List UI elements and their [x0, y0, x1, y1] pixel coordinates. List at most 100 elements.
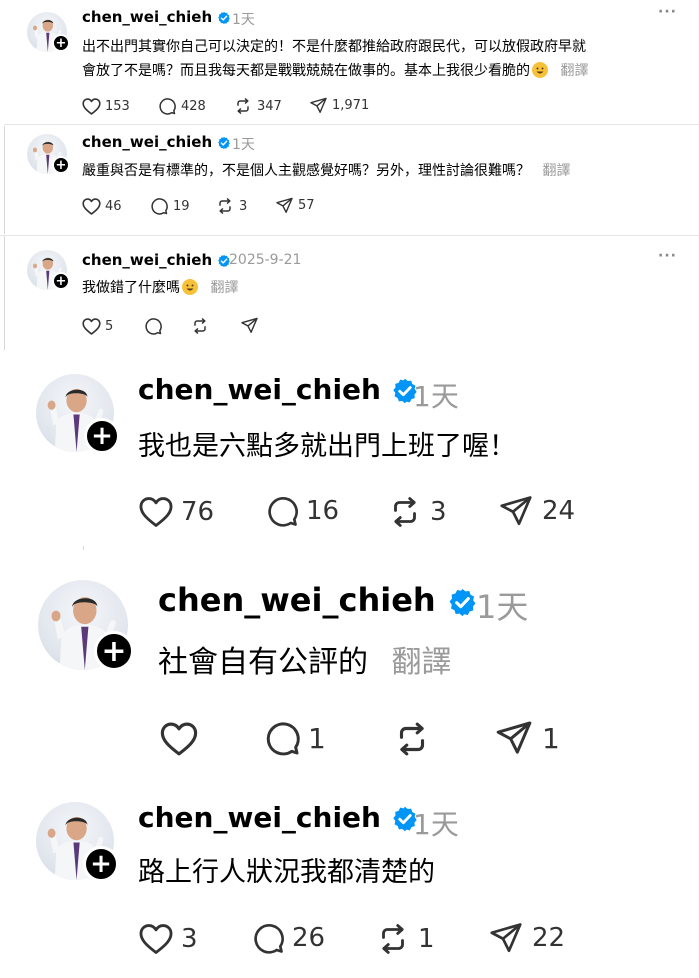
share-button[interactable] — [240, 316, 259, 335]
like-button[interactable]: 46 — [81, 196, 122, 217]
repost-button[interactable]: 3 — [215, 196, 247, 216]
share-icon — [275, 196, 294, 215]
username-text: chen_wei_chieh — [138, 801, 381, 834]
username[interactable]: chen_wei_chieh — [82, 8, 231, 26]
heart-icon — [137, 920, 175, 958]
repost-button[interactable]: 3 — [386, 493, 447, 531]
share-count: 1,971 — [332, 98, 370, 113]
post-text-line: 嚴重與否是有標準的，不是個人主觀感覺好嗎？另外，理性討論很難嗎？ 翻譯 — [82, 160, 570, 180]
share-icon — [240, 316, 259, 335]
post-text: 路上行人狀況我都清楚的 — [138, 857, 435, 888]
comment-icon — [250, 920, 286, 956]
comment-icon — [262, 718, 302, 758]
username[interactable]: chen_wei_chieh — [138, 373, 419, 406]
rofl-emoji — [182, 279, 198, 295]
username[interactable]: chen_wei_chieh — [82, 133, 231, 151]
reply-post: + chen_wei_chieh 1天 ··· 出不出門其實你自己可以決定的！不… — [0, 0, 699, 126]
repost-count: 347 — [257, 98, 282, 114]
reply-button[interactable]: 1 — [262, 718, 326, 758]
comment-icon — [264, 493, 300, 529]
reply-button[interactable]: 26 — [250, 920, 325, 956]
post-text: 社會自有公評的 — [158, 645, 368, 680]
post-text-line-2: 會放了不是嗎？而且我每天都是戰戰兢兢在做事的。基本上我很少看脆的 — [82, 63, 530, 79]
more-options-icon[interactable]: ··· — [658, 4, 677, 20]
more-options-icon[interactable]: ··· — [658, 248, 677, 264]
share-button[interactable]: 24 — [498, 493, 575, 529]
like-button[interactable]: 5 — [81, 316, 113, 337]
reply-button[interactable]: 19 — [149, 196, 190, 216]
reply-count: 26 — [292, 923, 326, 953]
grinning-sweat-emoji — [532, 62, 548, 78]
repost-count: 3 — [430, 497, 447, 527]
repost-icon — [391, 718, 433, 760]
like-count: 3 — [181, 924, 198, 954]
reply-post-large: + chen_wei_chieh 1天 路上行人狀況我都清楚的 3 26 1 2… — [0, 780, 699, 978]
share-button[interactable]: 1 — [494, 718, 560, 758]
username-text: chen_wei_chieh — [82, 251, 213, 269]
username-text: chen_wei_chieh — [82, 8, 213, 26]
repost-count: 1 — [418, 924, 435, 954]
reply-button[interactable]: 16 — [264, 493, 339, 529]
timestamp: 1天 — [232, 137, 255, 153]
translate-link[interactable]: 翻譯 — [392, 645, 452, 680]
share-button[interactable]: 1,971 — [309, 96, 369, 115]
repost-button[interactable]: 1 — [374, 920, 435, 958]
repost-icon — [190, 316, 210, 336]
repost-button[interactable] — [190, 316, 210, 336]
timestamp: 2025-9-21 — [229, 252, 302, 268]
post-text: 我也是六點多就出門上班了喔！ — [138, 431, 516, 462]
like-count: 76 — [181, 497, 215, 527]
username-text: chen_wei_chieh — [158, 581, 436, 619]
like-button[interactable]: 76 — [137, 493, 214, 531]
username-text: chen_wei_chieh — [82, 133, 213, 151]
heart-icon — [81, 96, 102, 117]
like-button[interactable] — [158, 718, 200, 760]
repost-icon — [215, 196, 235, 216]
translate-link[interactable]: 翻譯 — [560, 63, 588, 79]
like-count: 5 — [105, 319, 114, 334]
username-text: chen_wei_chieh — [138, 373, 381, 406]
reply-post-large: + chen_wei_chieh 1天 社會自有公評的 翻譯 1 1 — [0, 560, 699, 780]
follow-plus-icon[interactable]: + — [84, 418, 120, 454]
username[interactable]: chen_wei_chieh — [138, 801, 419, 834]
follow-plus-icon[interactable]: + — [52, 272, 70, 290]
timestamp: 1天 — [413, 380, 459, 413]
reply-button[interactable]: 428 — [157, 96, 206, 116]
repost-button[interactable] — [391, 718, 433, 760]
verified-badge-icon — [447, 587, 478, 618]
repost-button[interactable]: 347 — [233, 96, 282, 116]
divider — [4, 124, 699, 125]
follow-plus-icon[interactable]: + — [52, 34, 70, 52]
timestamp: 1天 — [232, 12, 255, 28]
post-text-line: 會放了不是嗎？而且我每天都是戰戰兢兢在做事的。基本上我很少看脆的 翻譯 — [82, 60, 588, 80]
share-icon — [488, 920, 524, 956]
share-button[interactable]: 57 — [275, 196, 315, 215]
timestamp: 1天 — [413, 808, 459, 841]
heart-icon — [158, 718, 200, 760]
translate-link[interactable]: 翻譯 — [210, 280, 238, 296]
share-icon — [494, 718, 534, 758]
follow-plus-icon[interactable]: + — [52, 156, 70, 174]
post-text: 嚴重與否是有標準的，不是個人主觀感覺好嗎？另外，理性討論很難嗎？ — [82, 163, 530, 179]
post-text-line: 我做錯了什麼嗎 翻譯 — [82, 277, 238, 297]
reply-count: 428 — [181, 98, 206, 114]
username[interactable]: chen_wei_chieh — [82, 251, 231, 269]
share-button[interactable]: 22 — [488, 920, 565, 956]
reply-button[interactable] — [143, 316, 163, 336]
repost-icon — [386, 493, 424, 531]
reply-post-large: + chen_wei_chieh 1天 我也是六點多就出門上班了喔！ 76 16… — [0, 350, 699, 550]
follow-plus-icon[interactable]: + — [83, 846, 119, 882]
share-count: 22 — [532, 923, 566, 953]
translate-link[interactable]: 翻譯 — [542, 163, 570, 179]
comment-icon — [157, 96, 177, 116]
timestamp: 1天 — [476, 588, 529, 626]
heart-icon — [81, 316, 102, 337]
thread-line — [83, 546, 84, 550]
like-button[interactable]: 153 — [81, 96, 130, 117]
follow-plus-icon[interactable]: + — [94, 631, 134, 671]
reply-count: 1 — [308, 721, 326, 755]
verified-badge-icon — [217, 11, 231, 25]
like-button[interactable]: 3 — [137, 920, 198, 958]
username[interactable]: chen_wei_chieh — [158, 581, 478, 619]
heart-icon — [137, 493, 175, 531]
